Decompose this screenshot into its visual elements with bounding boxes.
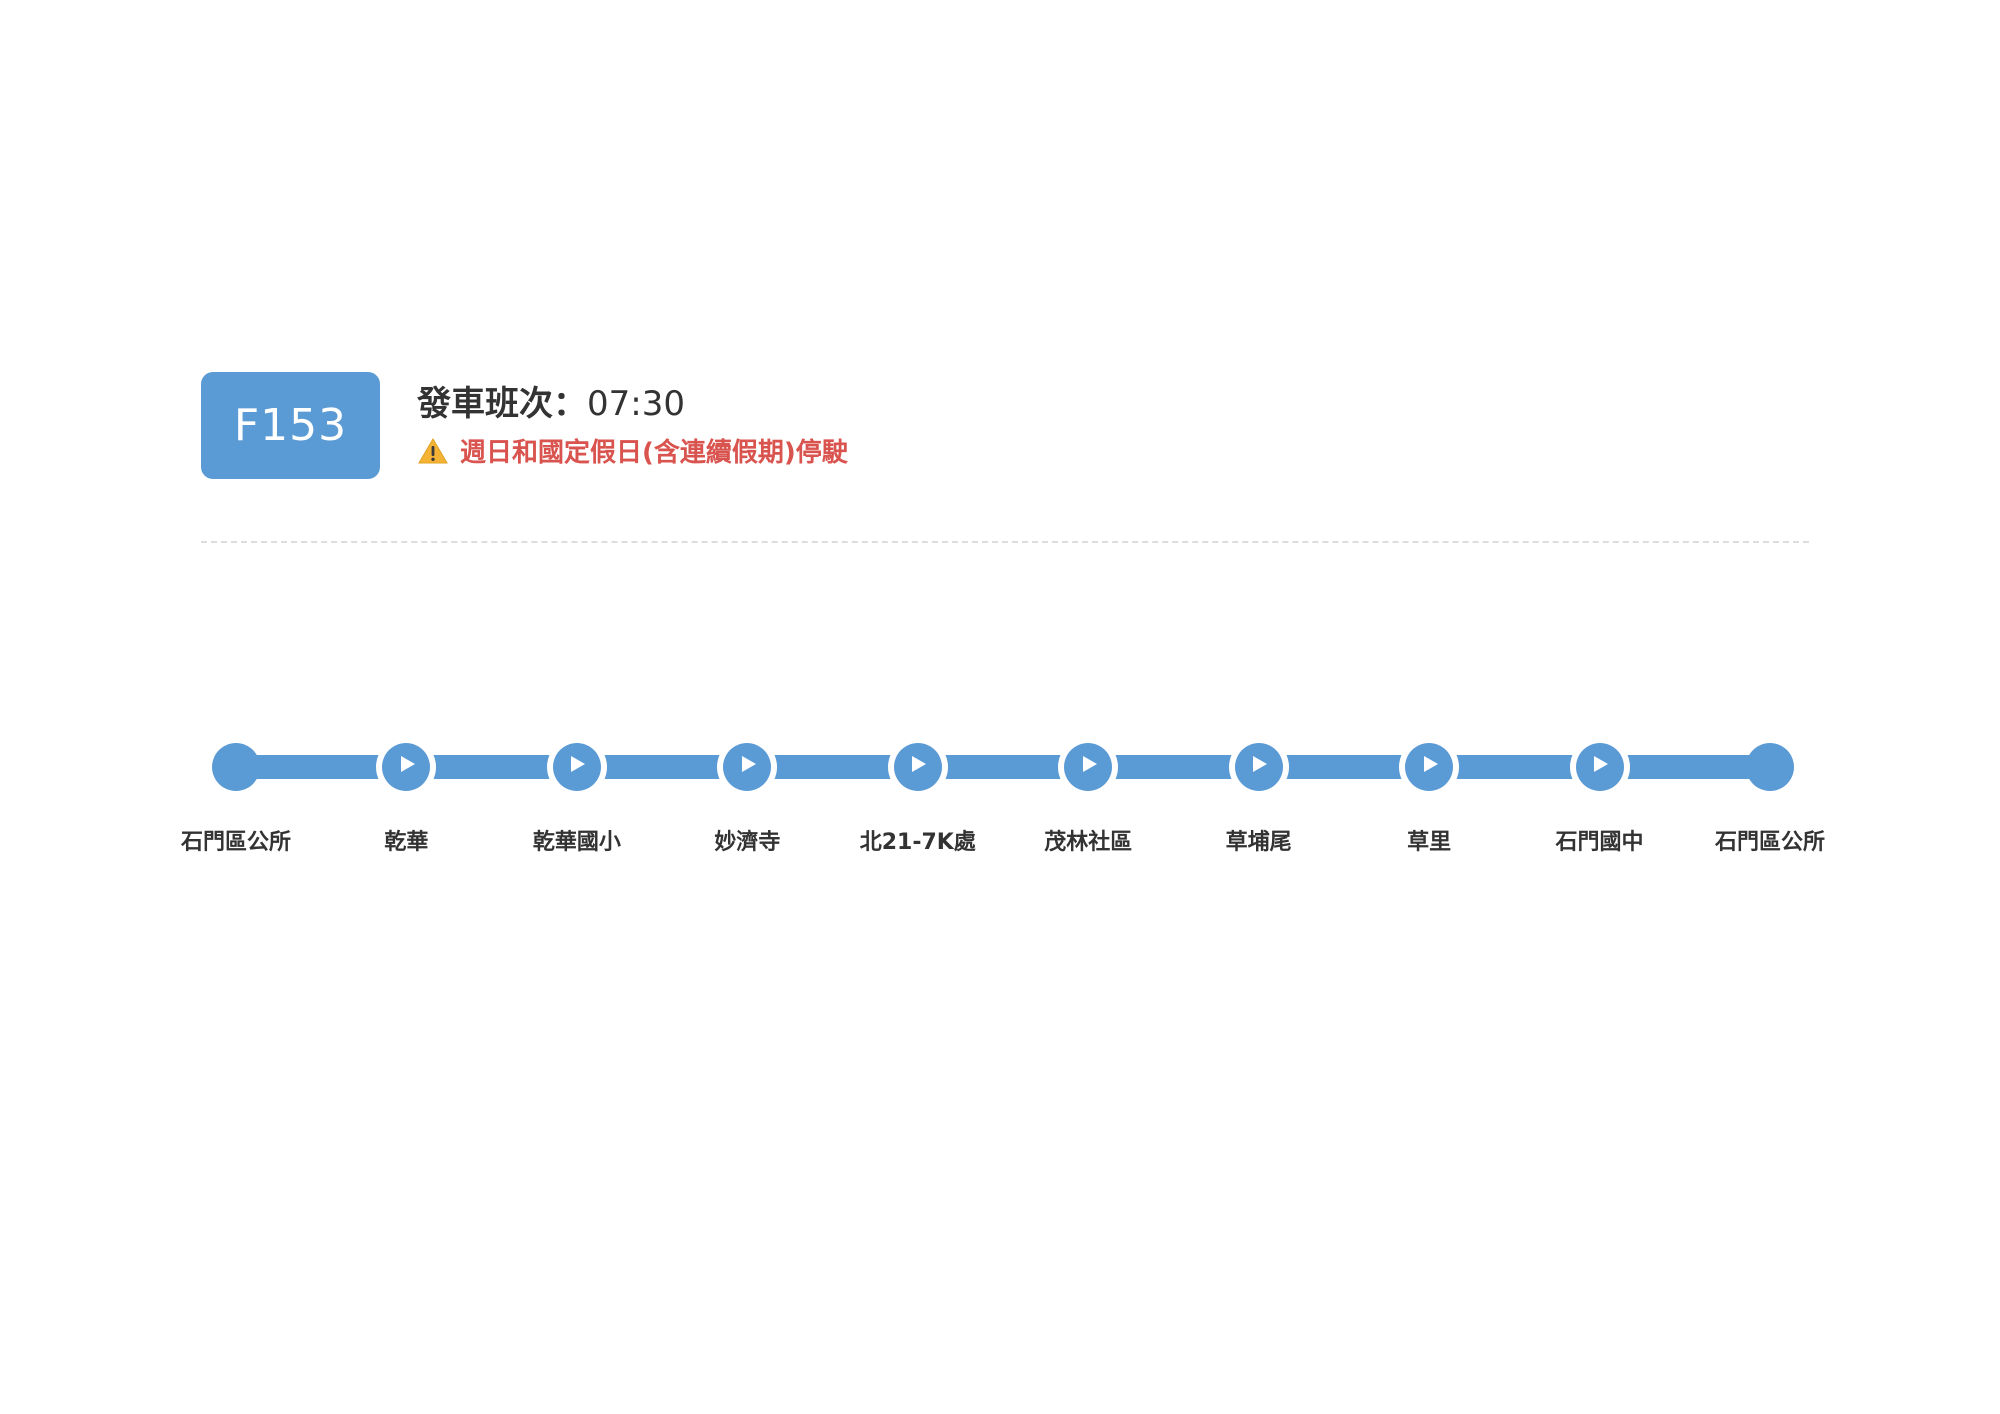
stop-label: 乾華國小 <box>532 830 621 855</box>
stop-label: 石門區公所 <box>180 830 291 855</box>
route-line <box>236 755 1770 779</box>
schedule-label: 發車班次： <box>417 384 587 424</box>
stop-node <box>723 743 772 791</box>
stop-label: 乾華 <box>384 830 429 855</box>
stop-node <box>1405 743 1454 791</box>
play-arrow-icon <box>571 756 586 772</box>
warning-icon <box>418 437 448 463</box>
play-arrow-icon <box>741 756 756 772</box>
stop-label: 草埔尾 <box>1225 830 1292 855</box>
stop-label: 石門國中 <box>1555 830 1644 855</box>
stop-node <box>382 743 431 791</box>
stop-label: 妙濟寺 <box>714 830 781 855</box>
stop-label: 茂林社區 <box>1044 830 1133 855</box>
play-arrow-icon <box>1594 756 1609 772</box>
terminal-stop-node <box>1746 743 1794 791</box>
stop-node <box>1234 743 1283 791</box>
route-badge: F153 <box>201 372 380 479</box>
play-arrow-icon <box>1423 756 1438 772</box>
departure-schedule: 發車班次：07:30 <box>417 376 685 425</box>
notice-text: 週日和國定假日(含連續假期)停駛 <box>460 438 848 468</box>
terminal-stop-node <box>212 743 260 791</box>
stop-label: 草里 <box>1407 830 1452 855</box>
play-arrow-icon <box>912 756 927 772</box>
stop-label: 石門區公所 <box>1714 830 1825 855</box>
section-divider <box>201 541 1809 543</box>
play-arrow-icon <box>400 756 415 772</box>
stop-node <box>552 743 601 791</box>
departure-time: 07:30 <box>587 384 685 424</box>
play-arrow-icon <box>1082 756 1097 772</box>
route-code: F153 <box>233 400 348 451</box>
stop-node <box>1064 743 1113 791</box>
stop-node <box>1575 743 1624 791</box>
stop-label: 北21-7K處 <box>859 830 976 855</box>
play-arrow-icon <box>1253 756 1268 772</box>
service-notice: 週日和國定假日(含連續假期)停駛 <box>418 432 848 469</box>
stop-node <box>893 743 942 791</box>
